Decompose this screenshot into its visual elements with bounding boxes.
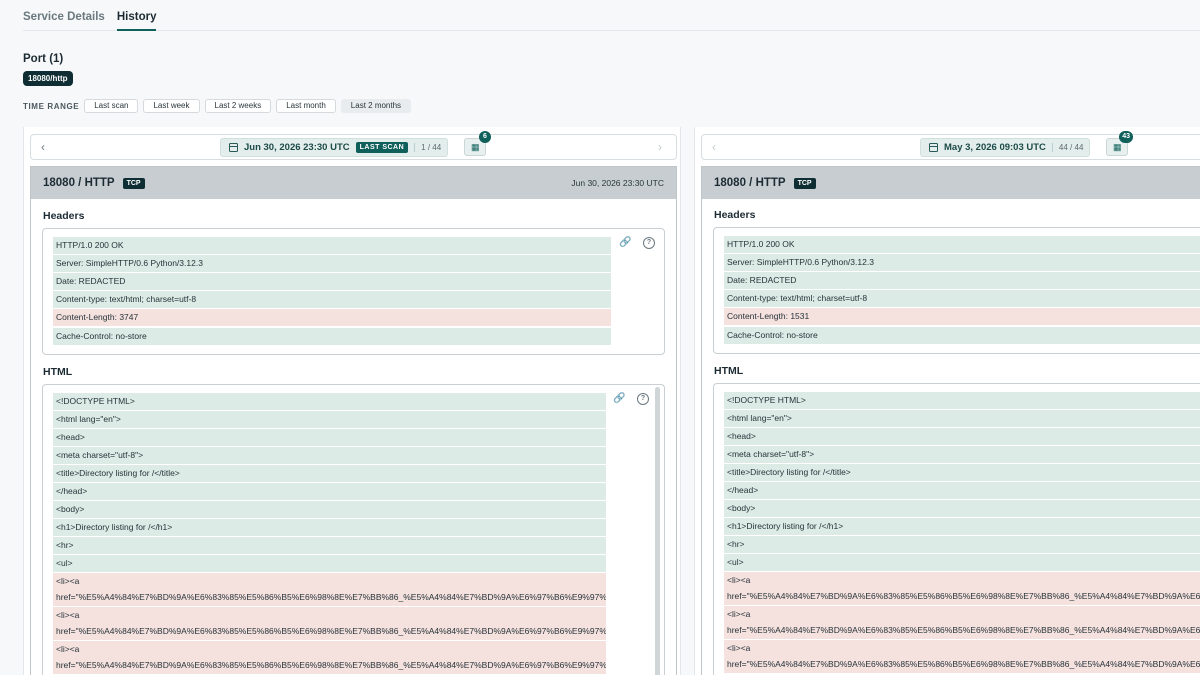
grid-icon: ▦ [471,142,480,152]
scan-date-selector[interactable]: May 3, 2026 09:03 UTC 44 / 44 [920,138,1091,157]
headers-title: Headers [714,209,756,221]
html-line: <title>Directory listing for /</title> [724,464,1200,481]
chevron-right-icon[interactable]: › [658,140,662,154]
header-line: Date: REDACTED [724,272,1200,289]
port-title: Port (1) [23,53,64,65]
service-header: 18080 / HTTP TCP Jun 30, 2026 23:30 UTC [31,167,676,199]
service-header: 18080 / HTTP TCP [702,167,1200,199]
html-line: <meta charset="utf-8"> [724,446,1200,463]
time-range-last-2-weeks[interactable]: Last 2 weeks [204,99,272,113]
html-line: <head> [724,428,1200,445]
html-line: </head> [53,483,606,500]
html-line: <li><a href="%E5%A4%84%E7%BD%9A%E6%83%85… [724,572,1200,605]
grid-count-badge: 43 [1119,131,1133,143]
headers-title: Headers [43,210,85,222]
service-title: 18080 / HTTP [43,177,115,189]
tab-service-details[interactable]: Service Details [23,0,105,31]
link-icon[interactable]: 🔗 [613,393,625,405]
html-line: <li><a href="%E5%A4%84%E7%BD%9A%E6%83%85… [53,607,606,640]
chevron-left-icon[interactable]: ‹ [712,140,716,154]
html-line: <li><a href="%E5%A4%84%E7%BD%9A%E6%83%85… [53,573,606,606]
header-line: HTTP/1.0 200 OK [724,236,1200,253]
header-line: Cache-Control: no-store [53,328,611,345]
service-title: 18080 / HTTP [714,177,786,189]
html-line: <ul> [724,554,1200,571]
html-line: <li><a href="%E5%A4%84%E7%BD%9A%E6%83%85… [724,640,1200,673]
header-line: Cache-Control: no-store [724,327,1200,344]
html-line: <ul> [53,555,606,572]
html-line: <body> [724,500,1200,517]
left-scan-panel: ‹ Jun 30, 2026 23:30 UTC LAST SCAN 1 / 4… [23,127,681,675]
time-range-label: TIME RANGE [23,101,80,111]
html-line: <html lang="en"> [724,410,1200,427]
help-icon[interactable]: ? [637,393,649,405]
html-box: <!DOCTYPE HTML> <html lang="en"> <head> … [713,383,1200,675]
headers-actions: 🔗 ? [607,237,655,249]
scan-count: 44 / 44 [1051,143,1083,152]
scan-nav-bar: ‹ May 3, 2026 09:03 UTC 44 / 44 ▦ 43 [701,131,1200,160]
scan-count: 1 / 44 [414,143,441,152]
service-date: Jun 30, 2026 23:30 UTC [571,178,664,188]
port-badge[interactable]: 18080/http [23,71,73,86]
calendar-icon [929,143,938,152]
html-title: HTML [43,366,73,378]
html-line: <head> [53,429,606,446]
header-line: Server: SimpleHTTP/0.6 Python/3.12.3 [724,254,1200,271]
header-line: Content-type: text/html; charset=utf-8 [53,291,611,308]
scan-grid-button[interactable]: ▦ 6 [464,131,491,156]
html-line: <h1>Directory listing for /</h1> [53,519,606,536]
scan-nav-bar: ‹ Jun 30, 2026 23:30 UTC LAST SCAN 1 / 4… [30,131,677,160]
time-range-last-month[interactable]: Last month [276,99,336,113]
tab-history[interactable]: History [116,0,157,31]
html-line: </head> [724,482,1200,499]
protocol-badge: TCP [122,177,145,189]
html-scrollbar[interactable] [655,387,660,675]
protocol-badge: TCP [793,177,816,189]
last-scan-badge: LAST SCAN [355,142,409,153]
html-title: HTML [714,365,744,377]
html-line: <li><a href="%E5%A4%84%E7%BD%9A%E6%83%85… [724,606,1200,639]
right-scan-panel: ‹ May 3, 2026 09:03 UTC 44 / 44 ▦ 43 180… [694,127,1200,675]
chevron-left-icon[interactable]: ‹ [41,140,45,154]
html-line: <title>Directory listing for /</title> [53,465,606,482]
service-card: 18080 / HTTP TCP Jun 30, 2026 23:30 UTC … [30,166,677,675]
time-range: TIME RANGE Last scan Last week Last 2 we… [23,99,416,113]
scan-grid-button[interactable]: ▦ 43 [1106,131,1133,156]
scan-date-selector[interactable]: Jun 30, 2026 23:30 UTC LAST SCAN 1 / 44 [220,138,449,157]
html-line: <meta charset="utf-8"> [53,447,606,464]
time-range-last-2-months[interactable]: Last 2 months [340,99,412,113]
html-line: <h1>Directory listing for /</h1> [724,518,1200,535]
calendar-icon [229,143,238,152]
header-line: Content-Length: 3747 [53,309,611,326]
scan-date: May 3, 2026 09:03 UTC [944,142,1046,153]
html-line: <body> [53,501,606,518]
header-line: HTTP/1.0 200 OK [53,237,611,254]
help-icon[interactable]: ? [643,237,655,249]
service-card: 18080 / HTTP TCP Headers HTTP/1.0 200 OK… [701,166,1200,675]
link-icon[interactable]: 🔗 [619,237,631,249]
header-line: Content-Length: 1531 [724,308,1200,325]
scan-date: Jun 30, 2026 23:30 UTC [244,142,350,153]
html-line: <!DOCTYPE HTML> [53,393,606,410]
header-line: Server: SimpleHTTP/0.6 Python/3.12.3 [53,255,611,272]
html-line: <hr> [724,536,1200,553]
html-line: <html lang="en"> [53,411,606,428]
headers-box: HTTP/1.0 200 OK Server: SimpleHTTP/0.6 P… [42,228,665,355]
time-range-last-week[interactable]: Last week [143,99,200,113]
headers-box: HTTP/1.0 200 OK Server: SimpleHTTP/0.6 P… [713,227,1200,354]
html-box: <!DOCTYPE HTML> <html lang="en"> <head> … [42,384,665,675]
grid-icon: ▦ [1113,142,1122,152]
html-line: <li><a href="%E5%A4%84%E7%BD%9A%E6%83%85… [53,641,606,674]
time-range-last-scan[interactable]: Last scan [84,99,139,113]
grid-count-badge: 6 [479,131,491,143]
html-actions: 🔗 ? [601,393,649,405]
html-line: <!DOCTYPE HTML> [724,392,1200,409]
header-line: Content-type: text/html; charset=utf-8 [724,290,1200,307]
tab-bar: Service Details History [23,0,1200,31]
header-line: Date: REDACTED [53,273,611,290]
html-line: <hr> [53,537,606,554]
